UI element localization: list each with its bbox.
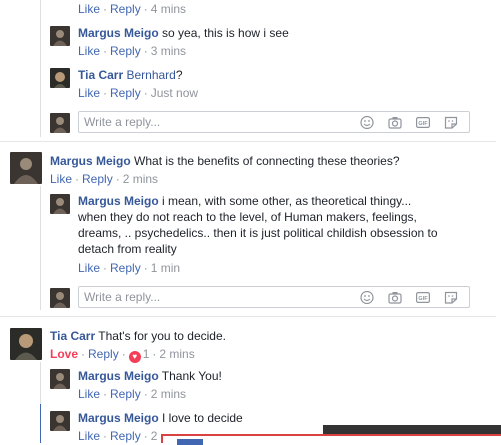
avatar[interactable] [50, 26, 70, 46]
timestamp[interactable]: 4 mins [151, 2, 186, 16]
thread-line-active [40, 404, 41, 443]
avatar[interactable] [50, 411, 70, 431]
love-reaction-link[interactable]: Love [50, 347, 78, 361]
reply-link[interactable]: Reply [110, 261, 141, 275]
comment-actions: Like · Reply · 4 mins [78, 2, 187, 16]
comment-body: Margus Meigo so yea, this is how i see [78, 25, 289, 41]
comment-text-line: detach from reality [78, 242, 177, 256]
comment-actions: Like · Reply · Just now [78, 86, 199, 100]
comment-text: That's for you to decide. [98, 329, 226, 343]
thread-line [40, 0, 41, 137]
author-name[interactable]: Margus Meigo [50, 154, 131, 168]
comment-body: Tia Carr That's for you to decide. [50, 328, 226, 344]
comment-text-line: i mean, with some other, as theoretical … [162, 194, 412, 208]
like-link[interactable]: Like [78, 429, 100, 443]
like-link[interactable]: Like [78, 2, 100, 16]
avatar[interactable] [10, 328, 42, 360]
camera-icon[interactable] [388, 116, 402, 129]
timestamp[interactable]: 2 mins [159, 347, 194, 361]
comment-body: Margus Meigo Thank You! [78, 368, 222, 384]
comment-text-line: dreams, .. psychedelics.. then it is jus… [78, 226, 438, 240]
reply-placeholder: Write a reply... [84, 115, 161, 129]
comment-body: Tia Carr Bernhard? [78, 67, 183, 83]
reply-link[interactable]: Reply [82, 172, 113, 186]
emoji-icon[interactable] [360, 291, 374, 304]
thread-line [40, 186, 41, 310]
gif-icon[interactable]: GIF [416, 116, 430, 129]
like-link[interactable]: Like [78, 261, 100, 275]
reply-link[interactable]: Reply [110, 429, 141, 443]
comment-text: What is the benefits of connecting these… [134, 154, 400, 168]
mention-link[interactable]: Bernhard [126, 68, 175, 82]
comment-text-line: when they do not reach to the level, of … [78, 210, 417, 224]
reply-link[interactable]: Reply [110, 2, 141, 16]
reply-input[interactable]: Write a reply... GIF [78, 111, 470, 133]
emoji-icon[interactable] [360, 116, 374, 129]
reply-link[interactable]: Reply [110, 44, 141, 58]
like-link[interactable]: Like [78, 86, 100, 100]
comment-body: Margus Meigo I love to decide [78, 410, 243, 426]
avatar [50, 288, 70, 308]
timestamp[interactable]: 2 mins [123, 172, 158, 186]
timestamp[interactable]: 2 [151, 429, 158, 443]
comment-text: so yea, this is how i see [162, 26, 289, 40]
reply-link[interactable]: Reply [110, 387, 141, 401]
comment-actions: Love · Reply · ♥ 1 · 2 mins [50, 347, 195, 363]
svg-text:GIF: GIF [418, 296, 428, 302]
comment-body: Margus Meigo What is the benefits of con… [50, 153, 400, 169]
like-link[interactable]: Like [50, 172, 72, 186]
reply-input[interactable]: Write a reply... GIF [78, 286, 470, 308]
separator [0, 316, 496, 317]
author-name[interactable]: Margus Meigo [78, 369, 159, 383]
comment-text: I love to decide [162, 411, 243, 425]
comment-body: Margus Meigo i mean, with some other, as… [78, 193, 411, 209]
sticker-icon[interactable] [444, 116, 458, 129]
avatar [50, 113, 70, 133]
camera-icon[interactable] [388, 291, 402, 304]
reply-placeholder: Write a reply... [84, 290, 161, 304]
comment-text: ? [175, 68, 183, 82]
timestamp[interactable]: 1 min [151, 261, 180, 275]
thread-line [40, 362, 41, 404]
author-name[interactable]: Margus Meigo [78, 411, 159, 425]
avatar[interactable] [50, 369, 70, 389]
like-link[interactable]: Like [78, 387, 100, 401]
author-name[interactable]: Tia Carr [50, 329, 95, 343]
svg-text:GIF: GIF [418, 121, 428, 127]
author-name[interactable]: Margus Meigo [78, 26, 159, 40]
comment-actions: Like · Reply · 2 mins [50, 172, 159, 186]
comment-actions: Like · Reply · 2 mins [78, 387, 187, 401]
chat-popup-edge[interactable] [161, 434, 501, 445]
avatar[interactable] [50, 68, 70, 88]
comment-actions: Like · Reply · 2 [78, 429, 158, 443]
separator [0, 141, 496, 142]
avatar[interactable] [50, 194, 70, 214]
popup-tab[interactable] [177, 439, 203, 445]
comment-actions: Like · Reply · 3 mins [78, 44, 187, 58]
heart-icon[interactable]: ♥ [128, 351, 141, 363]
comment-actions: Like · Reply · 1 min [78, 261, 181, 275]
reply-link[interactable]: Reply [110, 86, 141, 100]
gif-icon[interactable]: GIF [416, 291, 430, 304]
timestamp[interactable]: Just now [151, 86, 198, 100]
like-link[interactable]: Like [78, 44, 100, 58]
sticker-icon[interactable] [444, 291, 458, 304]
author-name[interactable]: Margus Meigo [78, 194, 159, 208]
author-name[interactable]: Tia Carr [78, 68, 123, 82]
timestamp[interactable]: 2 mins [151, 387, 186, 401]
comment-text: Thank You! [161, 369, 222, 383]
avatar[interactable] [10, 152, 42, 184]
timestamp[interactable]: 3 mins [151, 44, 186, 58]
reply-link[interactable]: Reply [88, 347, 119, 361]
